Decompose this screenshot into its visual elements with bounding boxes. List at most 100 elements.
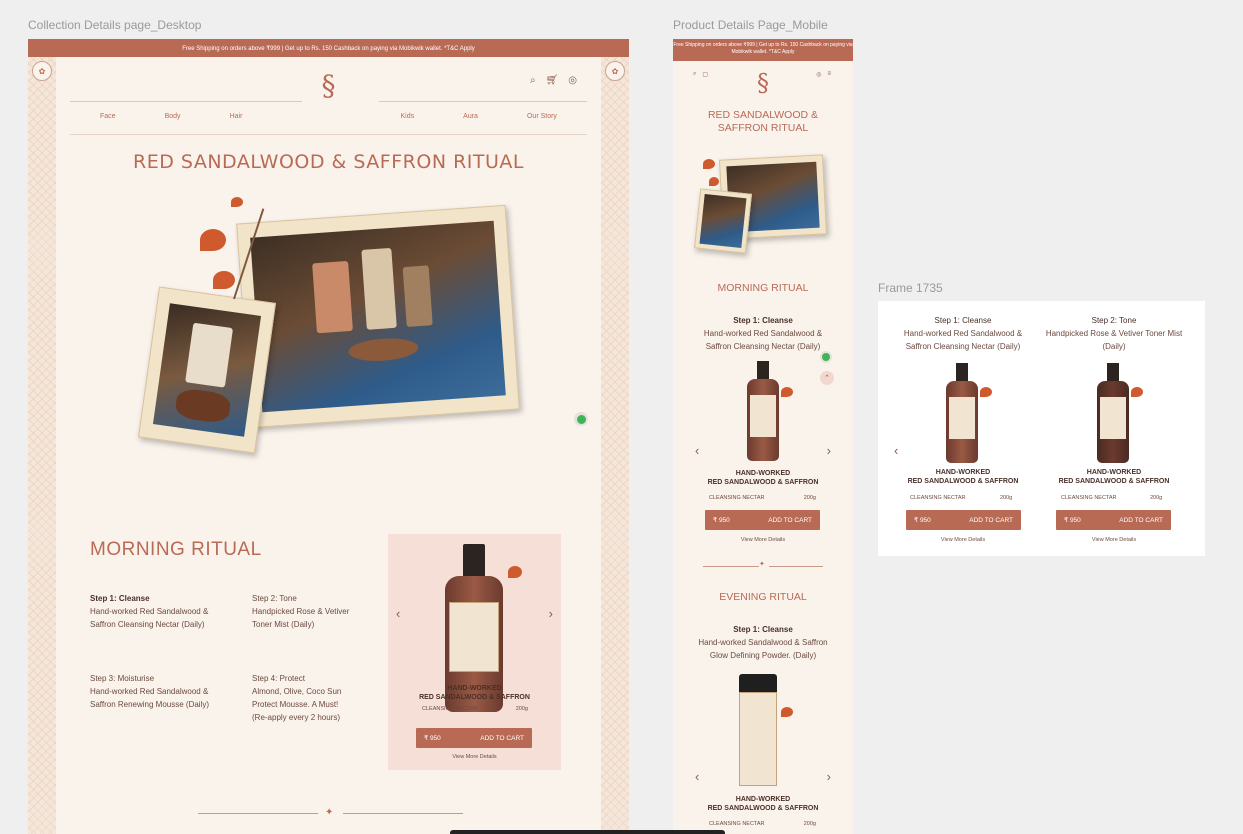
account-icon[interactable]: ◎ [568,75,577,86]
product-name-line2: RED SANDALWOOD & SAFFRON [707,479,819,486]
product-image[interactable] [1097,363,1129,463]
section-divider [198,813,318,814]
hero-image-main [236,204,520,429]
collection-title: RED SANDALWOOD & SAFFRON RITUAL [707,109,819,134]
ritual-step: Step 1: Cleanse Hand-worked Sandalwood &… [673,623,853,662]
brand-logo[interactable]: § [673,69,853,97]
step-heading: Step 1: Cleanse [90,594,150,603]
whatsapp-icon[interactable] [820,351,832,363]
chevron-left-icon[interactable]: ‹ [396,606,400,621]
canvas-toolbar[interactable] [450,830,725,834]
step-text: Hand-worked Red Sandalwood & Saffron Ren… [90,687,210,709]
add-to-cart-label: ADD TO CART [969,516,1013,524]
step-heading: Step 2: Tone [252,594,297,603]
product-image[interactable] [739,674,777,786]
price: ₹ 950 [1064,517,1081,524]
section-divider [703,566,759,567]
nav-item-aura[interactable]: Aura [463,113,478,120]
corner-logo-icon: ✿ [32,61,52,81]
add-to-cart-button[interactable]: ₹ 950 ADD TO CART [906,510,1021,530]
flower-decoration [213,271,235,289]
nav-item-hair[interactable]: Hair [230,113,243,120]
product-size: 200g [803,495,816,501]
flower-decoration [781,387,793,397]
product-name: HAND-WORKED RED SANDALWOOD & SAFFRON [673,469,853,487]
flower-decoration [781,707,793,717]
mobile-frame: Free Shipping on orders above ₹999 | Get… [673,39,853,834]
ritual-step: Step 1: Cleanse Hand-worked Red Sandalwo… [673,314,853,353]
step-heading: Step 3: Moisturise [90,674,155,683]
view-more-details-link[interactable]: View More Details [1039,537,1189,543]
product-name-line1: HAND-WORKED [735,470,791,477]
nav-item-body[interactable]: Body [165,113,181,120]
chevron-left-icon[interactable]: ‹ [695,443,699,458]
frame-1735: Step 1: Cleanse Hand-worked Red Sandalwo… [878,301,1205,556]
add-to-cart-label: ADD TO CART [768,516,812,524]
step-text: Hand-worked Red Sandalwood & Saffron Cle… [703,329,823,351]
step-text: Handpicked Rose & Vetiver Toner Mist (Da… [252,607,350,629]
cart-icon[interactable]: 🛒︎ [546,75,559,86]
step-text: Hand-worked Sandalwood & Saffron Glow De… [698,638,828,660]
add-to-cart-button[interactable]: ₹ 950 ADD TO CART [1056,510,1171,530]
flower-decoration [508,566,522,578]
view-more-details-link[interactable]: View More Details [673,537,853,543]
chevron-right-icon[interactable]: › [827,769,831,784]
chevron-left-icon[interactable]: ‹ [695,769,699,784]
whatsapp-icon[interactable] [574,412,588,426]
add-to-cart-label: ADD TO CART [1119,516,1163,524]
corner-logo-icon: ✿ [605,61,625,81]
hero-image-small [694,188,752,254]
nav-item-kids[interactable]: Kids [401,113,415,120]
chevron-right-icon[interactable]: › [827,443,831,458]
nav-item-face[interactable]: Face [100,113,116,120]
product-name-line2: RED SANDALWOOD & SAFFRON [907,478,1019,485]
decorative-border-left [28,57,56,834]
product-card[interactable]: ‹ › HAND-WORKED RED SANDALWOOD & SAFFRON… [388,534,561,770]
product-name-line2: RED SANDALWOOD & SAFFRON [1058,478,1170,485]
scroll-top-button[interactable]: ⌃ [820,371,834,385]
view-more-details-link[interactable]: View More Details [388,754,561,760]
add-to-cart-button[interactable]: ₹ 950 ADD TO CART [416,728,532,748]
product-type: CLEANSING NECTAR [910,495,966,501]
ritual-step: Step 2: Tone Handpicked Rose & Vetiver T… [252,592,362,631]
chevron-left-icon[interactable]: ‹ [894,443,898,458]
promo-banner: Free Shipping on orders above ₹999 | Get… [28,39,629,57]
hero-image-small [137,286,277,454]
collection-title: RED SANDALWOOD & SAFFRON RITUAL [133,151,524,173]
product-image[interactable] [946,363,978,463]
step-heading: Step 4: Protect [252,674,305,683]
product-type: CLEANSING NECTAR [709,495,765,501]
step-text: Hand-worked Red Sandalwood & Saffron Cle… [90,607,209,629]
frame-label-frame: Frame 1735 [878,281,943,295]
ritual-title: EVENING RITUAL [719,591,807,603]
product-name-line2: RED SANDALWOOD & SAFFRON [707,805,819,812]
ritual-step: Step 1: Cleanse Hand-worked Red Sandalwo… [90,592,230,631]
brand-logo[interactable]: § [322,69,336,102]
product-type: CLEANSING NECTAR [1061,495,1117,501]
frame-label-mobile: Product Details Page_Mobile [673,18,828,32]
step-heading: Step 1: Cleanse [733,316,793,325]
desktop-frame: Free Shipping on orders above ₹999 | Get… [28,39,629,834]
price: ₹ 950 [713,517,730,524]
ritual-title: MORNING RITUAL [90,539,262,560]
main-nav: Face Body Hair Kids Aura Our Story [70,113,587,120]
add-to-cart-button[interactable]: ₹ 950 ADD TO CART [705,510,820,530]
nav-item-our-story[interactable]: Our Story [527,113,557,120]
site-header: § ⌕ 🛒︎ ◎ Face Body Hair Kids Aura Our St… [70,57,587,153]
section-divider [343,813,463,814]
flower-decoration [703,159,715,169]
flower-decoration [231,197,243,207]
product-name: HAND-WORKED RED SANDALWOOD & SAFFRON [888,468,1038,486]
product-image[interactable] [747,361,779,461]
product-name-line1: HAND-WORKED [935,469,991,476]
step-text: Handpicked Rose & Vetiver Toner Mist (Da… [1045,329,1183,351]
product-name-line1: HAND-WORKED [1086,469,1142,476]
flower-decoration [709,177,719,186]
search-icon[interactable]: ⌕ [530,75,536,86]
ritual-step: Step 4: Protect Almond, Olive, Coco Sun … [252,672,352,724]
view-more-details-link[interactable]: View More Details [888,537,1038,543]
step-text: Almond, Olive, Coco Sun Protect Mousse. … [252,687,342,722]
decorative-border-right [601,57,629,834]
price: ₹ 950 [914,517,931,524]
chevron-right-icon[interactable]: › [549,606,553,621]
